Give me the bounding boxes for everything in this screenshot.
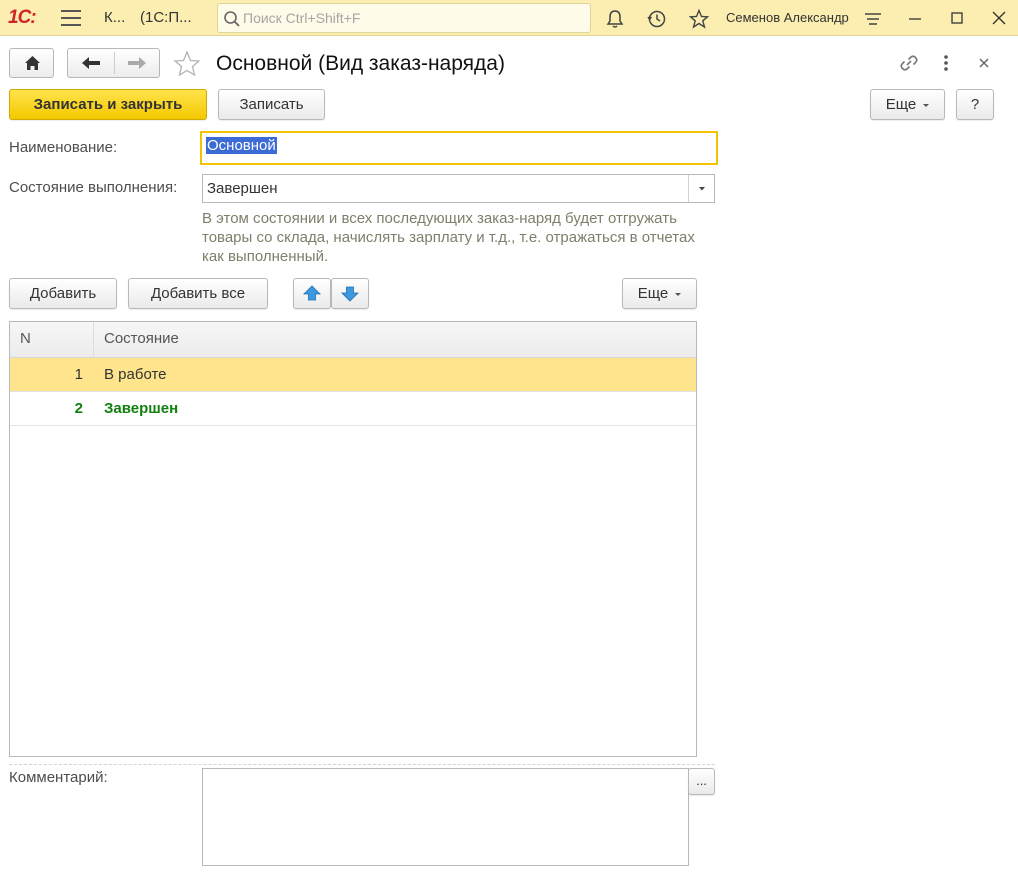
main-menu-icon[interactable]	[61, 10, 81, 26]
state-hint-text: В этом состоянии и всех последующих зака…	[202, 210, 695, 265]
row-state: Завершен	[104, 400, 179, 417]
column-header-state[interactable]: Состояние	[104, 330, 179, 347]
table-row[interactable]: 1 В работе	[10, 358, 696, 392]
link-icon[interactable]	[898, 52, 920, 74]
table-header: N Состояние	[10, 322, 696, 358]
state-value: Завершен	[207, 180, 278, 197]
close-window-icon[interactable]	[988, 7, 1010, 29]
user-name[interactable]: Семенов Александр	[726, 10, 849, 25]
state-select[interactable]: Завершен	[202, 174, 715, 203]
move-up-button[interactable]	[293, 278, 331, 309]
bell-icon[interactable]	[604, 8, 626, 30]
row-state: В работе	[104, 366, 167, 383]
minimize-icon[interactable]	[904, 7, 926, 29]
states-table[interactable]: N Состояние 1 В работе 2 Завершен	[9, 321, 697, 757]
chevron-down-icon	[923, 103, 930, 107]
more-vertical-icon[interactable]	[935, 52, 957, 74]
help-button[interactable]: ?	[956, 89, 994, 120]
back-arrow-icon[interactable]	[68, 49, 114, 77]
add-all-button[interactable]: Добавить все	[128, 278, 268, 309]
app-name: (1С:П...	[140, 9, 192, 26]
name-input[interactable]: Основной	[200, 131, 718, 165]
favorites-star-icon[interactable]	[688, 8, 710, 30]
settings-menu-icon[interactable]	[862, 8, 884, 30]
save-and-close-button[interactable]: Записать и закрыть	[9, 89, 207, 120]
chevron-down-icon	[699, 187, 705, 191]
home-icon	[25, 56, 40, 70]
table-row[interactable]: 2 Завершен	[10, 392, 696, 426]
home-button[interactable]	[9, 48, 54, 78]
maximize-icon[interactable]	[946, 7, 968, 29]
comment-edit-button[interactable]: ...	[688, 768, 715, 795]
search-input[interactable]	[243, 8, 583, 28]
favorite-star-icon[interactable]	[172, 49, 202, 79]
name-label: Наименование:	[9, 139, 118, 156]
add-button[interactable]: Добавить	[9, 278, 117, 309]
window-tab-title[interactable]: К...	[104, 9, 125, 26]
save-button[interactable]: Записать	[218, 89, 325, 120]
page-title: Основной (Вид заказ-наряда)	[216, 52, 505, 75]
section-divider	[9, 764, 715, 765]
history-icon[interactable]	[646, 8, 668, 30]
comment-textarea[interactable]	[202, 768, 689, 866]
search-box[interactable]	[217, 3, 591, 33]
arrow-down-icon	[341, 286, 359, 302]
name-value: Основной	[206, 137, 277, 154]
arrow-up-icon	[303, 285, 321, 301]
move-down-button[interactable]	[331, 278, 369, 309]
app-logo: 1С:	[8, 7, 37, 28]
chevron-down-icon	[675, 292, 682, 296]
column-header-n[interactable]: N	[20, 330, 31, 347]
table-more-button[interactable]: Еще	[622, 278, 697, 309]
close-form-icon[interactable]	[973, 52, 995, 74]
state-label: Состояние выполнения:	[9, 179, 178, 196]
table-more-label: Еще	[637, 285, 669, 302]
more-actions-button[interactable]: Еще	[870, 89, 945, 120]
state-dropdown-button[interactable]	[688, 175, 714, 202]
navigation-buttons	[67, 48, 160, 78]
forward-arrow-icon[interactable]	[115, 49, 160, 77]
row-number: 1	[74, 366, 83, 383]
comment-label: Комментарий:	[9, 769, 108, 786]
search-icon	[224, 11, 240, 27]
title-bar: 1С: К... (1С:П... Семенов Александр	[0, 0, 1018, 36]
more-actions-label: Еще	[885, 96, 917, 113]
row-number: 2	[74, 400, 83, 417]
